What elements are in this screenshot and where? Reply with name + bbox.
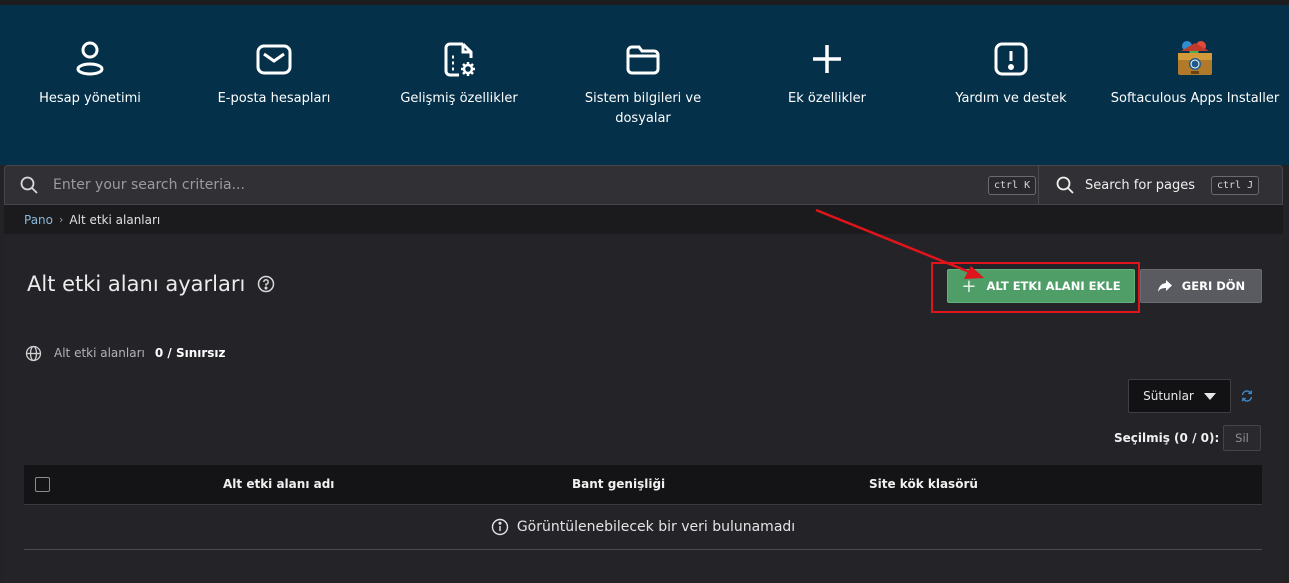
- info-icon: [491, 518, 509, 536]
- nav-item-help[interactable]: Yardım ve destek: [921, 39, 1101, 109]
- column-header-name[interactable]: Alt etki alanı adı: [223, 477, 334, 491]
- nav-item-extras[interactable]: Ek özellikler: [737, 39, 917, 109]
- select-all-checkbox[interactable]: [35, 477, 50, 492]
- empty-message: Görüntülenebilecek bir veri bulunamadı: [516, 519, 796, 535]
- stat-value: 0 / Sınırsız: [154, 346, 226, 360]
- share-arrow-icon: [1157, 280, 1172, 292]
- column-header-bandwidth[interactable]: Bant genişliği: [572, 477, 665, 491]
- nav-item-email[interactable]: E-posta hesapları: [184, 39, 364, 109]
- plus-icon: +: [961, 275, 977, 297]
- delete-button[interactable]: Sil: [1223, 425, 1261, 451]
- document-gear-icon: [444, 42, 475, 77]
- user-icon: [76, 41, 104, 76]
- alert-icon: [994, 42, 1028, 76]
- back-button-label: GERI DÖN: [1181, 279, 1246, 293]
- pages-shortcut-badge: ctrl J: [1211, 176, 1260, 195]
- search-shortcut-badge: ctrl K: [988, 176, 1037, 195]
- nav-label: Hesap yönetimi: [39, 91, 141, 106]
- add-subdomain-button[interactable]: + ALT ETKI ALANI EKLE: [947, 269, 1135, 303]
- subdomain-stats: Alt etki alanları 0 / Sınırsız: [25, 344, 226, 362]
- stat-label: Alt etki alanları: [54, 346, 145, 360]
- breadcrumb: Pano › Alt etki alanları: [4, 205, 1283, 234]
- globe-icon: [25, 345, 42, 361]
- softaculous-icon: [1178, 41, 1212, 75]
- nav-label: Softaculous Apps Installer: [1110, 91, 1280, 106]
- caret-down-icon: [1203, 392, 1216, 400]
- search-icon: [20, 176, 38, 194]
- refresh-icon[interactable]: [1240, 389, 1254, 403]
- columns-dropdown[interactable]: Sütunlar: [1128, 379, 1231, 413]
- columns-label: Sütunlar: [1143, 389, 1194, 403]
- search-divider: [1038, 166, 1039, 204]
- breadcrumb-home-link[interactable]: Pano: [24, 213, 53, 227]
- back-button[interactable]: GERI DÖN: [1140, 269, 1262, 303]
- nav-item-system[interactable]: Sistem bilgileri ve dosyalar: [553, 39, 733, 129]
- table-header: Alt etki alanı adı Bant genişliği Site k…: [24, 465, 1262, 505]
- nav-item-advanced[interactable]: Gelişmiş özellikler: [369, 39, 549, 109]
- nav-item-softaculous[interactable]: Softaculous Apps Installer: [1105, 39, 1285, 109]
- column-header-root-folder[interactable]: Site kök klasörü: [869, 477, 978, 491]
- search-pages-label: Search for pages: [1085, 177, 1196, 193]
- top-navigation: Hesap yönetimi E-posta hesapları Gelişmi…: [0, 5, 1289, 165]
- nav-item-account[interactable]: Hesap yönetimi: [0, 39, 180, 109]
- nav-label: Sistem bilgileri ve dosyalar: [584, 91, 702, 126]
- search-bar: ctrl K Search for pages ctrl J: [4, 165, 1283, 205]
- nav-label: Yardım ve destek: [955, 91, 1067, 106]
- folder-icon: [626, 45, 660, 75]
- nav-label: Ek özellikler: [788, 91, 866, 106]
- mail-icon: [256, 44, 292, 75]
- add-subdomain-label: ALT ETKI ALANI EKLE: [986, 279, 1121, 293]
- search-pages-button[interactable]: Search for pages: [1055, 166, 1215, 204]
- table-empty-row: Görüntülenebilecek bir veri bulunamadı: [24, 505, 1262, 550]
- nav-label: Gelişmiş özellikler: [400, 91, 518, 106]
- breadcrumb-current: Alt etki alanları: [69, 212, 161, 227]
- search-input[interactable]: [53, 172, 953, 198]
- search-icon: [1056, 176, 1074, 194]
- chevron-right-icon: ›: [59, 213, 64, 226]
- plus-icon: [813, 45, 841, 73]
- selected-count: Seçilmiş (0 / 0):: [1114, 431, 1220, 445]
- page-title: Alt etki alanı ayarları: [27, 272, 246, 296]
- nav-label: E-posta hesapları: [217, 91, 331, 106]
- help-icon[interactable]: [257, 275, 275, 293]
